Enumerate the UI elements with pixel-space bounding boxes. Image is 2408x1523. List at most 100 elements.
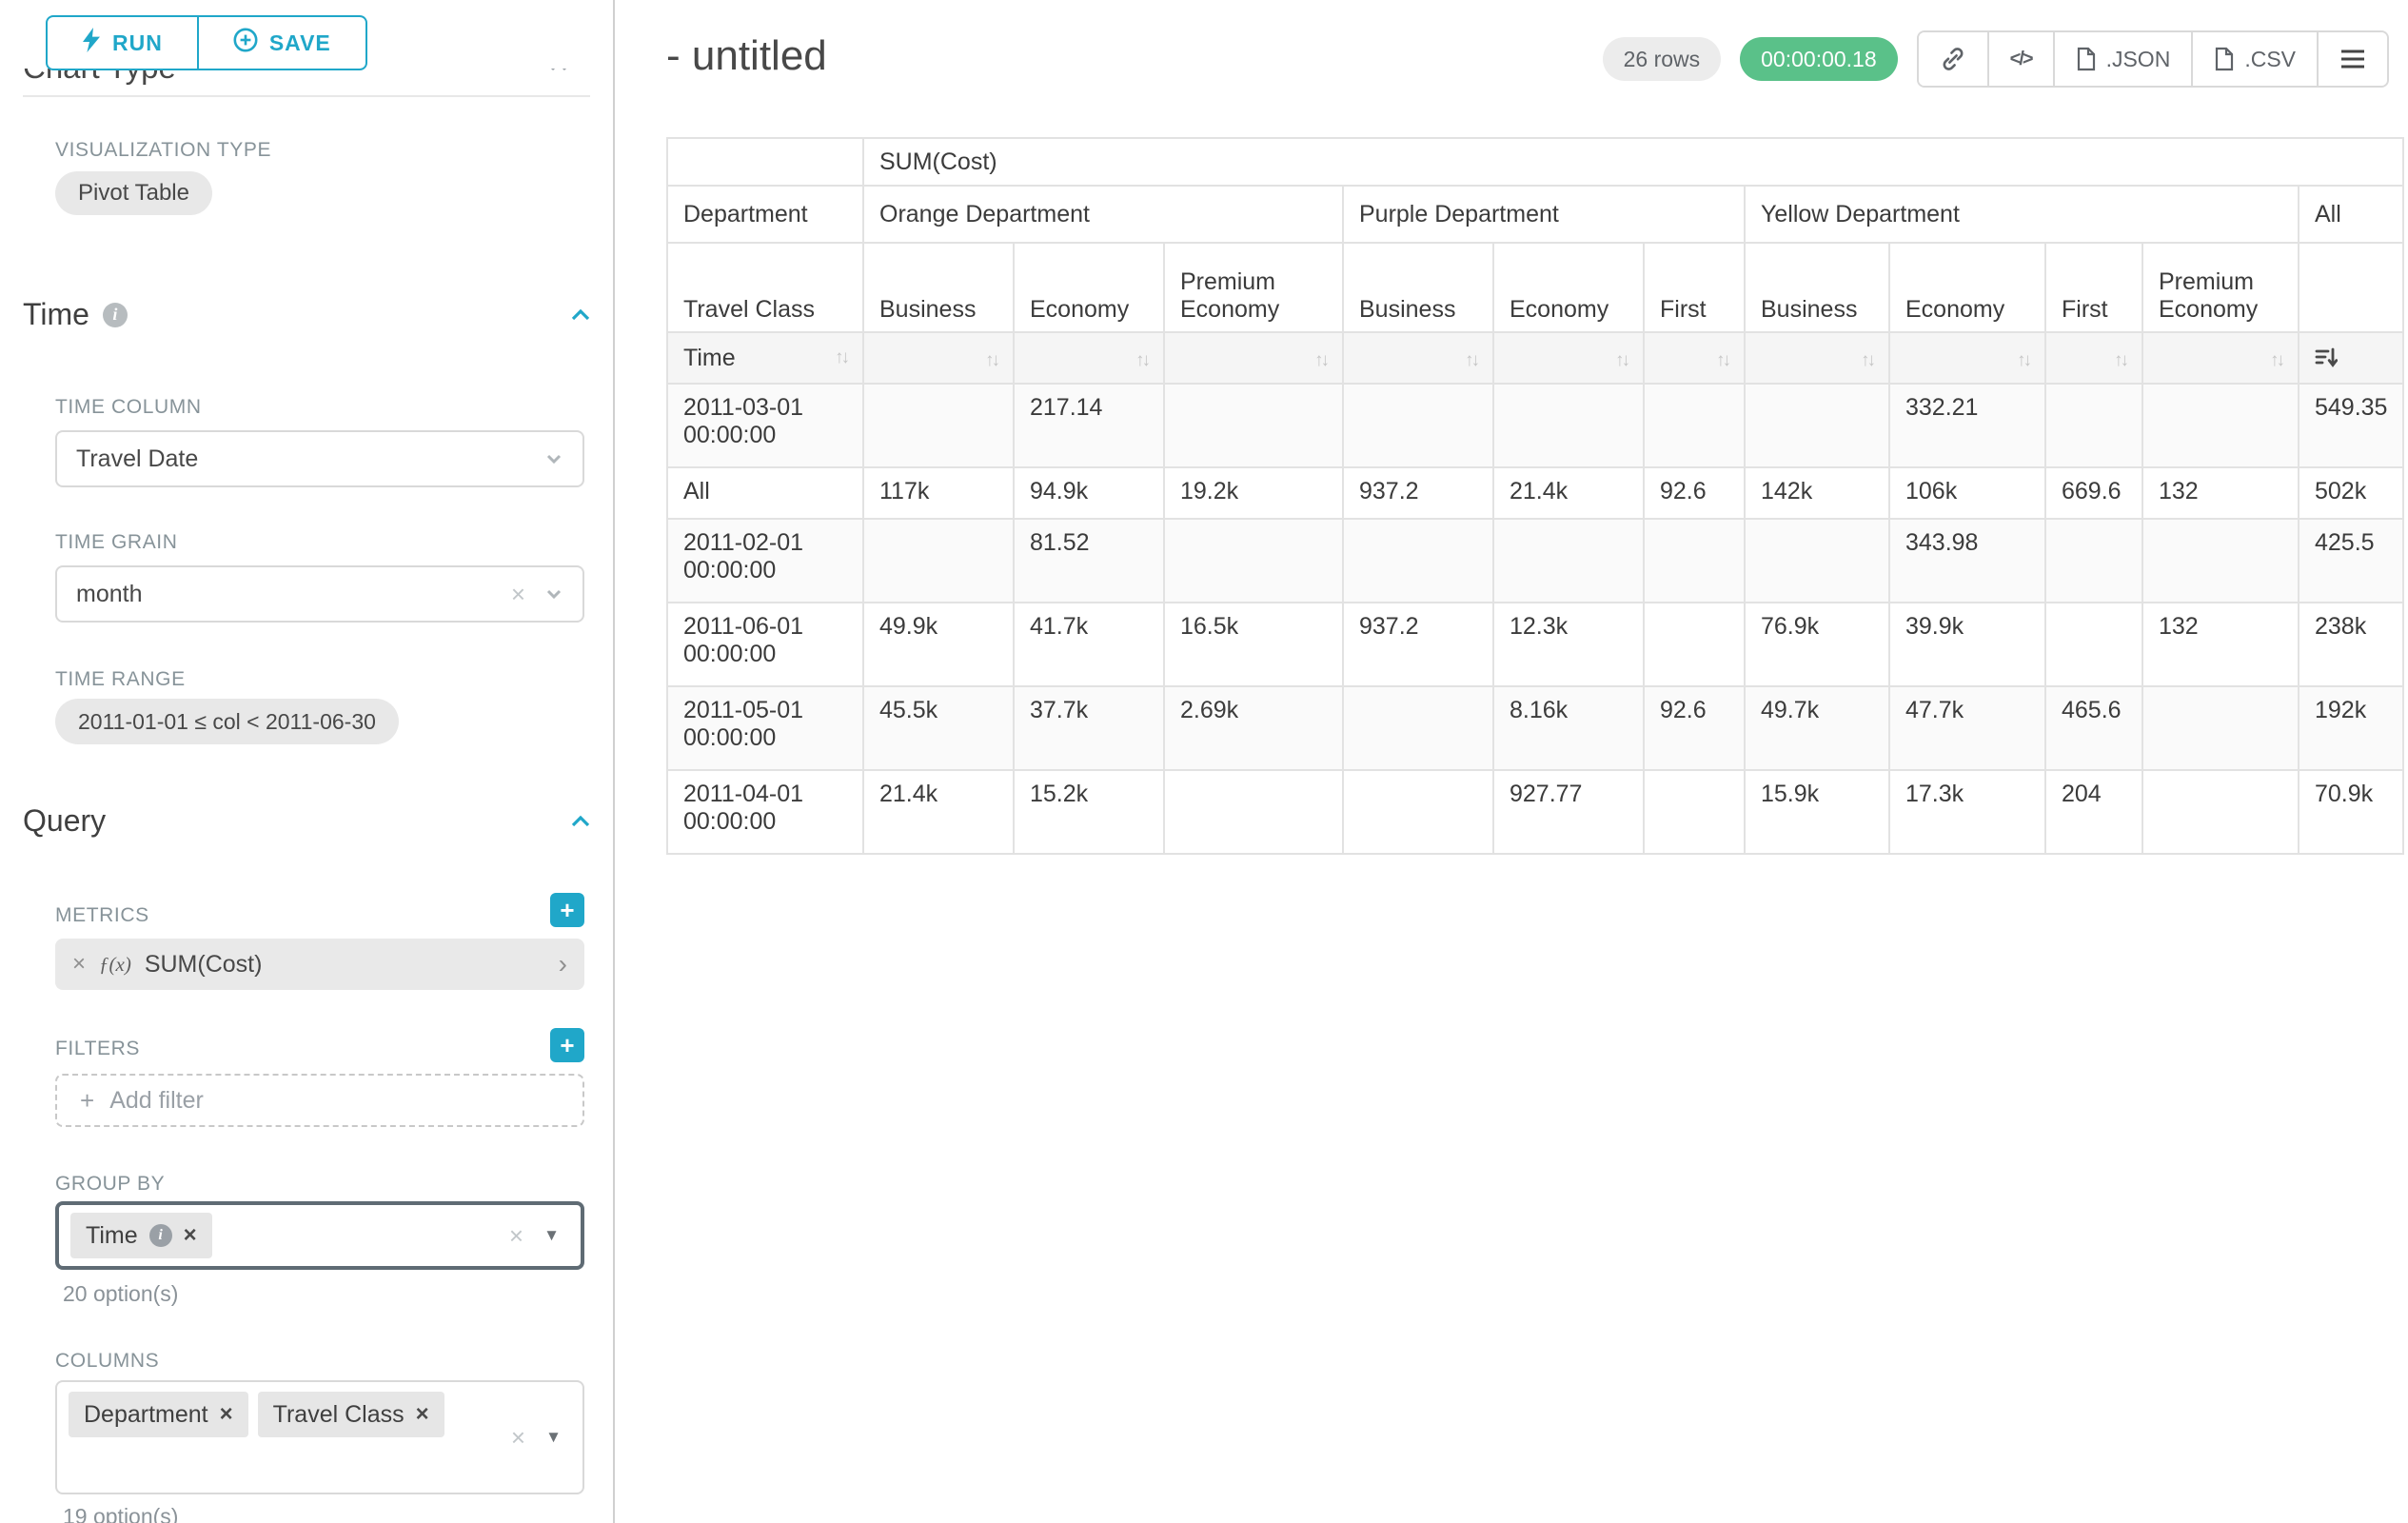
export-json-button[interactable]: .JSON [2053,32,2192,86]
sort-cell[interactable]: ↑↓ [1164,332,1343,384]
time-column-select[interactable]: Travel Date [55,430,584,487]
sort-cell[interactable]: ↑↓ [2045,332,2142,384]
chart-panel: - untitled 26 rows 00:00:00.18 </> .JSON… [617,0,2408,1523]
pivot-value-cell: 332.21 [1889,384,2045,467]
pivot-value-cell: 132 [2142,603,2299,686]
all-column-sub-cell [2299,243,2403,332]
group-by-select[interactable]: Time i × × ▼ [55,1201,584,1270]
sort-icon[interactable]: ↑↓ [2270,350,2282,370]
sidebar-action-bar: RUN SAVE [0,0,613,69]
remove-tag-icon[interactable]: × [416,1401,429,1428]
remove-tag-icon[interactable]: × [184,1222,197,1249]
sort-icon[interactable]: ↑↓ [985,350,997,370]
filters-label: FILTERS [55,1038,140,1060]
query-section-header: Query [23,803,592,839]
clear-icon[interactable]: × [509,1221,523,1251]
sort-cell[interactable]: ↑↓ [1644,332,1745,384]
add-filter-plus-button[interactable]: + [550,1028,584,1062]
pivot-value-cell: 937.2 [1343,603,1493,686]
add-filter-button[interactable]: + Add filter [55,1074,584,1127]
sort-cell[interactable]: ↑↓ [1493,332,1644,384]
sort-cell[interactable]: ↑↓ [1889,332,2045,384]
visualization-type-value[interactable]: Pivot Table [55,171,212,215]
pivot-value-cell [2045,519,2142,603]
pivot-value-cell: 117k [863,467,1014,519]
export-button-group: </> .JSON .CSV [1917,30,2389,88]
pivot-corner-cell [667,138,863,186]
dimension1-label-cell: Department [667,186,863,243]
time-grain-select[interactable]: month × [55,565,584,623]
clear-icon[interactable]: × [511,580,525,609]
query-section-collapse-icon[interactable] [569,810,592,833]
time-grain-label: TIME GRAIN [55,531,178,554]
chart-title[interactable]: - untitled [666,32,827,80]
group-by-label: GROUP BY [55,1173,165,1196]
save-button-label: SAVE [269,30,331,56]
sort-cell-all[interactable] [2299,332,2403,384]
sort-descending-icon[interactable] [2315,346,2387,369]
pivot-value-cell [1745,384,1889,467]
info-icon: i [149,1224,172,1247]
time-range-value[interactable]: 2011-01-01 ≤ col < 2011-06-30 [55,699,399,744]
sort-cell[interactable]: ↑↓ [2142,332,2299,384]
sort-icon[interactable]: ↑↓ [835,347,847,368]
sort-icon[interactable]: ↑↓ [1135,350,1148,370]
pivot-value-cell [1493,519,1644,603]
sort-cell[interactable]: ↑↓ [1745,332,1889,384]
sort-icon[interactable]: ↑↓ [1465,350,1477,370]
sort-cell[interactable]: ↑↓ [1343,332,1493,384]
save-button[interactable]: SAVE [197,15,367,70]
run-button[interactable]: RUN [46,15,199,70]
clear-icon[interactable]: × [511,1423,525,1453]
query-timer-badge: 00:00:00.18 [1740,37,1898,81]
export-csv-button[interactable]: .CSV [2191,32,2317,86]
pivot-value-cell: 425.5 [2299,519,2403,603]
pivot-value-cell: 92.6 [1644,686,1745,770]
metric-item[interactable]: × ƒ(x) SUM(Cost) › [55,939,584,990]
pivot-value-cell [1164,384,1343,467]
columns-tag: Department × [69,1392,248,1437]
sort-icon[interactable]: ↑↓ [1716,350,1728,370]
travel-class-cell: Economy [1014,243,1164,332]
pivot-value-cell: 70.9k [2299,770,2403,854]
sort-cell[interactable]: ↑↓ [863,332,1014,384]
pivot-value-cell [1493,384,1644,467]
pivot-value-cell [2142,770,2299,854]
sidebar-divider [23,95,590,97]
sort-icon[interactable]: ↑↓ [2017,350,2029,370]
sort-cell[interactable]: ↑↓ [1014,332,1164,384]
department-group-cell: Purple Department [1343,186,1745,243]
row-dimension-label: Time [683,345,736,372]
add-metric-button[interactable]: + [550,893,584,927]
menu-button[interactable] [2317,32,2387,86]
pivot-value-cell: 142k [1745,467,1889,519]
pivot-value-cell: 21.4k [863,770,1014,854]
columns-tag-label: Travel Class [273,1401,405,1429]
chevron-right-icon[interactable]: › [559,949,567,979]
sort-icon[interactable]: ↑↓ [1615,350,1628,370]
view-query-button[interactable]: </> [1987,32,2053,86]
time-range-label: TIME RANGE [55,668,186,691]
metric-header-cell: SUM(Cost) [863,138,2403,186]
share-link-button[interactable] [1919,32,1987,86]
run-button-label: RUN [112,30,163,56]
remove-tag-icon[interactable]: × [220,1401,233,1428]
group-by-options-hint: 20 option(s) [63,1281,178,1307]
metrics-label: METRICS [55,904,149,927]
pivot-value-cell [1343,686,1493,770]
pivot-value-cell: 21.4k [1493,467,1644,519]
explore-app: Chart Type RUN SAVE VISUALIZATION TYPE P… [0,0,2408,1523]
pivot-value-cell: 45.5k [863,686,1014,770]
hamburger-menu-icon [2339,48,2366,70]
sort-icon[interactable]: ↑↓ [1861,350,1873,370]
pivot-row-label: 2011-02-01 00:00:00 [667,519,863,603]
sort-icon[interactable]: ↑↓ [2114,350,2126,370]
sort-icon[interactable]: ↑↓ [1314,350,1327,370]
columns-label: COLUMNS [55,1350,159,1373]
pivot-value-cell: 81.52 [1014,519,1164,603]
time-section-collapse-icon[interactable] [569,304,592,326]
export-json-label: .JSON [2106,47,2171,72]
remove-metric-icon[interactable]: × [72,951,86,978]
row-dimension-header-cell[interactable]: Time ↑↓ [667,332,863,384]
columns-select[interactable]: Department × Travel Class × × ▼ [55,1380,584,1494]
